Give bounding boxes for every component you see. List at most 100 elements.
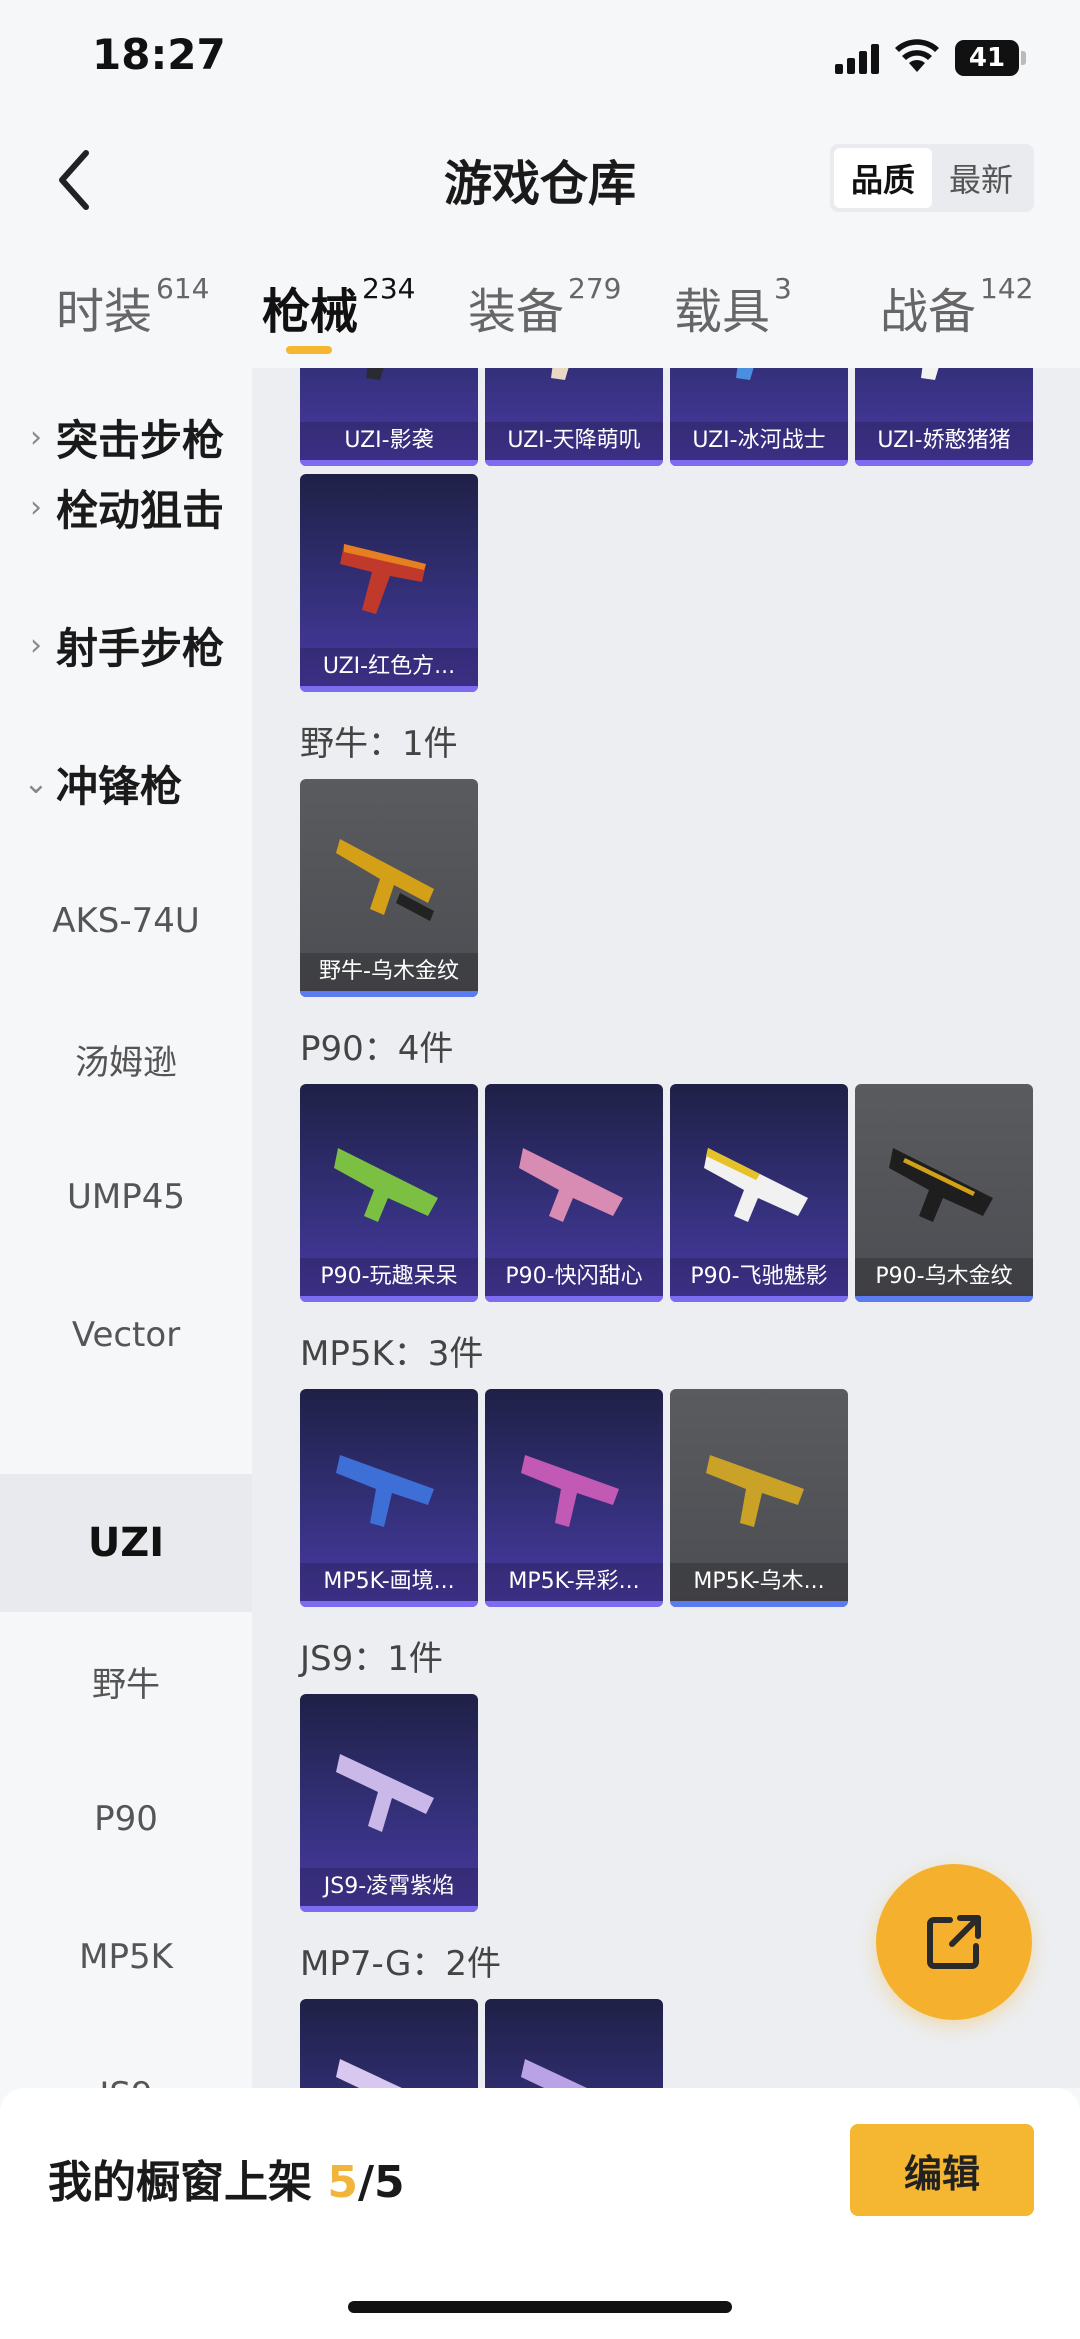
weapon-card-name: P90-飞驰魅影 <box>670 1258 848 1296</box>
sidebar-item-label: P90 <box>94 1799 158 1839</box>
weapon-skin-image <box>366 368 384 380</box>
weapon-skin-image <box>521 1455 619 1527</box>
showcase-count: 5 <box>327 2157 358 2208</box>
sort-newest-button[interactable]: 最新 <box>932 148 1030 208</box>
active-tab-indicator <box>286 346 332 354</box>
weapon-card-name: UZI-影袭 <box>300 422 478 460</box>
chevron-right-icon: › <box>30 627 42 663</box>
weapon-card[interactable]: UZI-影袭 <box>300 368 478 466</box>
weapon-card[interactable]: 野牛-乌木金纹 <box>300 779 478 997</box>
section-title-js9: JS9：1件 <box>300 1639 443 1679</box>
sidebar-group-marksman-rifle[interactable]: › 射手步枪 <box>0 576 252 714</box>
sidebar-item-p90[interactable]: P90 <box>0 1750 252 1888</box>
showcase-label: 我的橱窗上架 <box>48 2157 328 2208</box>
sidebar-item-uzi[interactable]: UZI <box>0 1474 252 1612</box>
weapon-card[interactable]: JS9-凌霄紫焰 <box>300 1694 478 1912</box>
signal-icon <box>835 44 879 74</box>
weapon-skin-image <box>551 368 569 380</box>
tab-firearms[interactable]: 枪械 234 <box>262 272 415 342</box>
tab-vehicles[interactable]: 载具 3 <box>674 272 792 342</box>
category-tabs: 时装 614 枪械 234 装备 279 载具 3 战备 142 <box>0 260 1080 368</box>
sort-toggle: 品质 最新 <box>830 144 1034 212</box>
section-title-mp7g: MP7-G：2件 <box>300 1944 501 1984</box>
weapon-card-name: JS9-凌霄紫焰 <box>300 1868 478 1906</box>
tab-fashion[interactable]: 时装 614 <box>56 272 209 342</box>
sidebar-item-label: Vector <box>71 1315 181 1355</box>
edit-button[interactable]: 编辑 <box>850 2124 1034 2216</box>
tab-count: 279 <box>568 272 622 305</box>
sidebar-item-bizon[interactable]: 野牛 <box>0 1612 252 1750</box>
weapon-card[interactable] <box>485 1999 663 2088</box>
weapon-skin-image <box>336 2059 402 2088</box>
section-title-p90: P90：4件 <box>300 1029 454 1069</box>
sidebar-item-label: UZI <box>87 1520 165 1566</box>
weapon-card-name: P90-快闪甜心 <box>485 1258 663 1296</box>
sidebar-item-mp5k[interactable]: MP5K <box>0 1888 252 2026</box>
weapon-skin-image <box>519 1148 623 1222</box>
weapon-card[interactable]: P90-快闪甜心 <box>485 1084 663 1302</box>
tab-label: 载具 <box>674 284 771 340</box>
weapon-skin-image <box>334 1148 438 1222</box>
home-indicator[interactable] <box>348 2301 732 2313</box>
weapon-card-name: UZI-天降萌叽 <box>485 422 663 460</box>
chevron-left-icon <box>59 150 89 210</box>
back-button[interactable] <box>44 140 104 220</box>
status-time: 18:27 <box>92 30 226 79</box>
tab-count: 234 <box>362 272 416 305</box>
weapon-card[interactable]: MP5K-乌木... <box>670 1389 848 1607</box>
sidebar-group-label: 射手步枪 <box>56 623 225 673</box>
sidebar-item-label: AKS-74U <box>52 901 200 941</box>
weapon-card[interactable]: UZI-天降萌叽 <box>485 368 663 466</box>
weapon-skin-image <box>336 839 434 921</box>
sort-quality-button[interactable]: 品质 <box>834 148 932 208</box>
weapon-card-name: MP5K-乌木... <box>670 1563 848 1601</box>
weapon-type-sidebar: › 突击步枪 › 栓动狙击 › 射手步枪 ⌄ 冲锋枪 AKS-74U 汤姆逊 U… <box>0 368 252 2115</box>
tab-equipment[interactable]: 装备 279 <box>468 272 621 342</box>
showcase-status: 我的橱窗上架 5/5 <box>48 2146 405 2210</box>
sidebar-item-aks74u[interactable]: AKS-74U <box>0 852 252 990</box>
tab-label: 装备 <box>468 284 565 340</box>
tab-label: 枪械 <box>262 284 359 340</box>
share-button[interactable] <box>876 1864 1032 2020</box>
sidebar-item-label: 汤姆逊 <box>75 1042 177 1083</box>
weapon-skin-image <box>921 368 939 380</box>
weapon-skin-image <box>889 1148 993 1222</box>
sidebar-item-thompson[interactable]: 汤姆逊 <box>0 990 252 1128</box>
weapon-card[interactable]: MP5K-画境... <box>300 1389 478 1607</box>
section-title-bizon: 野牛：1件 <box>300 724 458 764</box>
weapon-skin-image <box>336 1754 434 1832</box>
wifi-icon <box>895 39 939 72</box>
sidebar-group-bolt-sniper[interactable]: › 栓动狙击 <box>0 438 252 576</box>
weapon-skin-image <box>340 544 426 614</box>
weapon-card[interactable]: UZI-红色方... <box>300 474 478 692</box>
tab-supplies[interactable]: 战备 142 <box>880 272 1033 342</box>
chevron-down-icon: ⌄ <box>23 765 49 801</box>
share-icon <box>927 1915 981 1969</box>
weapon-card-name: MP5K-异彩... <box>485 1563 663 1601</box>
sidebar-item-label: 野牛 <box>92 1664 160 1705</box>
weapon-card[interactable]: P90-乌木金纹 <box>855 1084 1033 1302</box>
weapon-skin-image <box>521 2059 587 2088</box>
weapon-skin-image <box>706 1455 804 1527</box>
weapon-card-name: MP5K-画境... <box>300 1563 478 1601</box>
chevron-right-icon: › <box>30 489 42 525</box>
showcase-total: /5 <box>357 2157 405 2208</box>
weapon-card[interactable]: P90-飞驰魅影 <box>670 1084 848 1302</box>
weapon-card[interactable]: P90-玩趣呆呆 <box>300 1084 478 1302</box>
weapon-card[interactable]: UZI-娇憨猪猪 <box>855 368 1033 466</box>
weapon-card[interactable]: UZI-冰河战士 <box>670 368 848 466</box>
section-title-mp5k: MP5K：3件 <box>300 1334 484 1374</box>
weapon-skin-image <box>336 1455 434 1527</box>
weapon-card[interactable]: MP5K-异彩... <box>485 1389 663 1607</box>
sidebar-item-vector[interactable]: Vector <box>0 1266 252 1404</box>
weapon-card-name: P90-玩趣呆呆 <box>300 1258 478 1296</box>
tab-label: 战备 <box>880 284 977 340</box>
weapon-card-name: P90-乌木金纹 <box>855 1258 1033 1296</box>
sidebar-item-ump45[interactable]: UMP45 <box>0 1128 252 1266</box>
tab-label: 时装 <box>56 284 153 340</box>
weapon-card-name: UZI-娇憨猪猪 <box>855 422 1033 460</box>
sidebar-group-smg[interactable]: ⌄ 冲锋枪 <box>0 714 252 852</box>
weapon-card[interactable] <box>300 1999 478 2088</box>
weapon-grid: UZI-影袭 UZI-天降萌叽 UZI-冰河战士 UZI-娇憨猪猪 UZI-红色… <box>252 368 1080 2088</box>
status-bar: 18:27 41 <box>0 0 1080 120</box>
